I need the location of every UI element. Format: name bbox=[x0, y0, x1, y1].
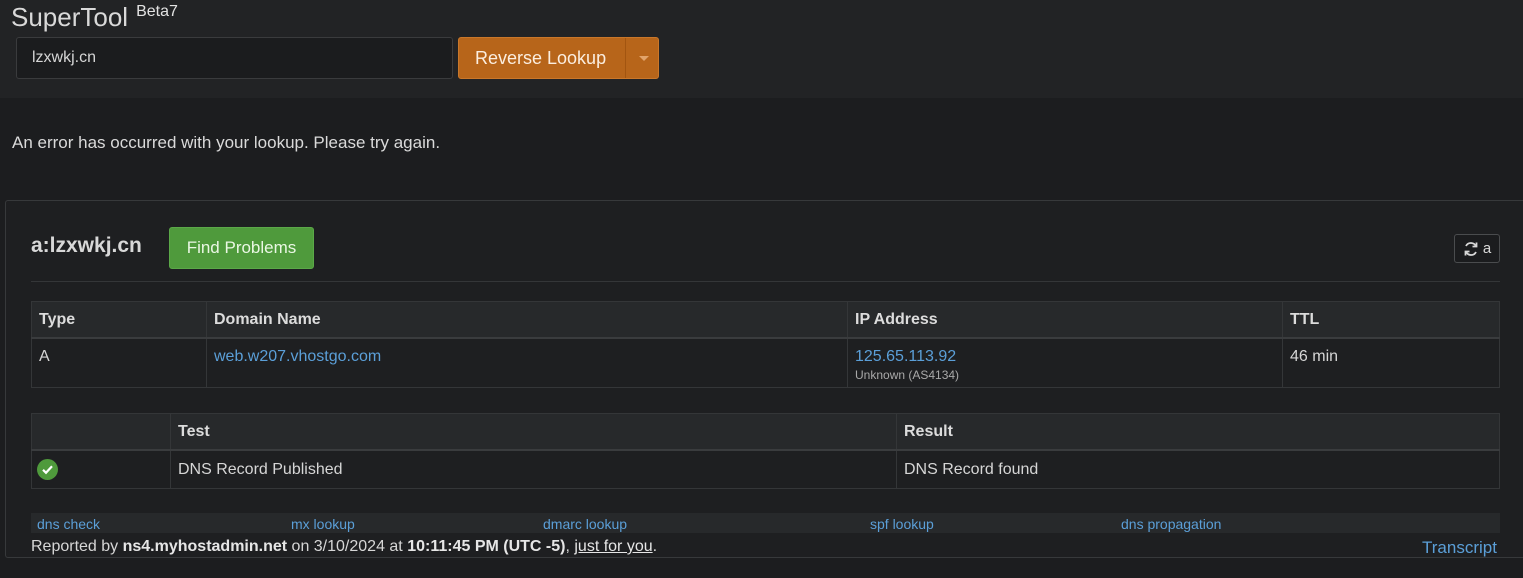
col-ttl: TTL bbox=[1282, 301, 1500, 339]
table-row: A web.w207.vhostgo.com 125.65.113.92 Unk… bbox=[31, 337, 1500, 388]
record-domain-link[interactable]: web.w207.vhostgo.com bbox=[214, 348, 381, 365]
mx-lookup-link[interactable]: mx lookup bbox=[291, 516, 355, 532]
title-divider bbox=[31, 281, 1500, 282]
report-footer: Reported by ns4.myhostadmin.net on 3/10/… bbox=[31, 538, 657, 556]
result-panel: a:lzxwkj.cn Find Problems a Type Domain … bbox=[5, 200, 1523, 558]
record-ttl: 46 min bbox=[1282, 337, 1500, 388]
table-row: DNS Record Published DNS Record found bbox=[31, 449, 1500, 489]
dns-check-link[interactable]: dns check bbox=[37, 516, 100, 532]
dns-propagation-link[interactable]: dns propagation bbox=[1121, 516, 1221, 532]
reverse-lookup-button[interactable]: Reverse Lookup bbox=[458, 37, 659, 79]
col-ip: IP Address bbox=[847, 301, 1283, 339]
search-input[interactable] bbox=[16, 37, 453, 79]
footer-on: on 3/10/2024 at bbox=[287, 538, 408, 555]
test-name: DNS Record Published bbox=[170, 449, 897, 489]
result-title: a:lzxwkj.cn bbox=[31, 234, 142, 257]
record-domain-cell: web.w207.vhostgo.com bbox=[206, 337, 848, 388]
footer-time: 10:11:45 PM (UTC -5) bbox=[407, 538, 566, 555]
transcript-link[interactable]: Transcript bbox=[1422, 538, 1497, 558]
record-ip-link[interactable]: 125.65.113.92 bbox=[855, 348, 956, 365]
just-for-you-link[interactable]: just for you bbox=[574, 538, 652, 555]
col-result: Result bbox=[896, 413, 1500, 451]
record-ip-cell: 125.65.113.92 Unknown (AS4134) bbox=[847, 337, 1283, 388]
tests-table: Test Result DNS Record Published DNS Rec… bbox=[31, 413, 1500, 489]
col-type: Type bbox=[31, 301, 207, 339]
refresh-label: a bbox=[1482, 240, 1492, 257]
button-divider bbox=[625, 38, 626, 78]
footer-server: ns4.myhostadmin.net bbox=[122, 538, 288, 555]
dmarc-lookup-link[interactable]: dmarc lookup bbox=[543, 516, 627, 532]
col-test: Test bbox=[170, 413, 897, 451]
spf-lookup-link[interactable]: spf lookup bbox=[870, 516, 934, 532]
tests-header-row: Test Result bbox=[31, 413, 1500, 451]
check-circle-icon bbox=[37, 459, 58, 480]
refresh-button[interactable]: a bbox=[1454, 234, 1500, 263]
error-message: An error has occurred with your lookup. … bbox=[12, 133, 441, 152]
reverse-lookup-label: Reverse Lookup bbox=[475, 47, 607, 68]
app-title: SuperTool bbox=[11, 2, 129, 32]
quick-links-bar: dns check mx lookup dmarc lookup spf loo… bbox=[31, 513, 1500, 533]
find-problems-button[interactable]: Find Problems bbox=[169, 227, 314, 269]
app-version: Beta7 bbox=[136, 3, 178, 20]
records-header-row: Type Domain Name IP Address TTL bbox=[31, 301, 1500, 339]
col-status bbox=[31, 413, 171, 451]
brand: SuperTool Beta7 bbox=[11, 2, 178, 32]
caret-down-icon[interactable] bbox=[639, 55, 649, 61]
test-result: DNS Record found bbox=[896, 449, 1500, 489]
col-domain: Domain Name bbox=[206, 301, 848, 339]
test-status-cell bbox=[31, 449, 171, 489]
records-table: Type Domain Name IP Address TTL A web.w2… bbox=[31, 301, 1500, 388]
refresh-icon bbox=[1464, 241, 1478, 256]
record-type: A bbox=[31, 337, 207, 388]
record-ip-note: Unknown (AS4134) bbox=[855, 368, 960, 382]
top-bar: SuperTool Beta7 Reverse Lookup bbox=[0, 0, 1523, 98]
footer-period: . bbox=[652, 538, 658, 555]
footer-prefix: Reported by bbox=[31, 538, 123, 555]
